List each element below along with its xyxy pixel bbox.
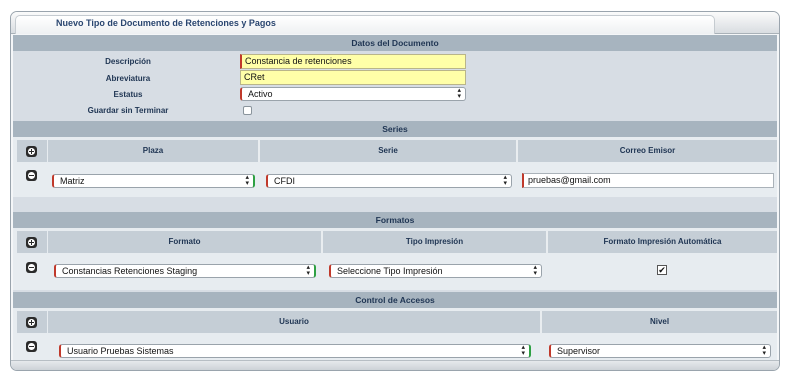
minus-circle-icon[interactable]	[26, 170, 37, 181]
plaza-value: Matriz	[60, 176, 85, 186]
nivel-select[interactable]: Supervisor ▴ ▾	[549, 344, 771, 358]
usuario-select[interactable]: Usuario Pruebas Sistemas ▴ ▾	[59, 344, 531, 358]
section-header-datos: Datos del Documento	[13, 35, 777, 51]
automatica-checkbox[interactable]: ✔	[657, 265, 667, 275]
tipo-impresion-select[interactable]: Seleccione Tipo Impresión ▴ ▾	[329, 264, 542, 278]
minus-circle-icon[interactable]	[26, 341, 37, 352]
usuario-value: Usuario Pruebas Sistemas	[67, 346, 174, 356]
formatos-add-cell	[17, 231, 47, 253]
window-title: Nuevo Tipo de Documento de Retenciones y…	[56, 18, 276, 28]
col-header-correo: Correo Emisor	[518, 140, 777, 162]
col-header-usuario: Usuario	[48, 311, 542, 333]
guardar-label: Guardar sin Terminar	[87, 106, 169, 115]
bottom-strip	[11, 360, 779, 370]
title-bar: Nuevo Tipo de Documento de Retenciones y…	[11, 12, 779, 34]
col-header-automatica: Formato Impresión Automática	[548, 231, 777, 253]
plus-circle-icon[interactable]	[26, 317, 37, 328]
formato-select[interactable]: Constancias Retenciones Staging ▴ ▾	[54, 264, 316, 278]
serie-value: CFDI	[274, 176, 295, 186]
guardar-checkbox[interactable]	[243, 106, 252, 115]
correo-input[interactable]: pruebas@gmail.com	[522, 173, 774, 188]
plus-circle-icon[interactable]	[26, 146, 37, 157]
descripcion-input[interactable]: Constancia de retenciones	[240, 54, 466, 69]
section-header-series: Series	[13, 121, 777, 137]
nivel-value: Supervisor	[557, 346, 601, 356]
plus-circle-icon[interactable]	[26, 237, 37, 248]
col-header-nivel: Nivel	[542, 311, 777, 333]
col-header-plaza: Plaza	[48, 140, 260, 162]
abreviatura-label: Abreviatura	[105, 74, 151, 83]
accesos-add-cell	[17, 311, 47, 333]
updown-arrows-icon: ▴ ▾	[533, 264, 537, 277]
document-type-panel: Nuevo Tipo de Documento de Retenciones y…	[10, 11, 780, 371]
section-header-formatos: Formatos	[13, 212, 777, 228]
plaza-select[interactable]: Matriz ▴ ▾	[52, 174, 255, 188]
formato-value: Constancias Retenciones Staging	[62, 266, 198, 276]
updown-arrows-icon: ▴ ▾	[762, 344, 766, 357]
estatus-label: Estatus	[113, 90, 143, 99]
updown-arrows-icon: ▴ ▾	[306, 264, 310, 277]
minus-circle-icon[interactable]	[26, 262, 37, 273]
estatus-select[interactable]: Activo ▴ ▾	[240, 87, 466, 101]
serie-select[interactable]: CFDI ▴ ▾	[266, 174, 512, 188]
descripcion-label: Descripción	[105, 57, 151, 66]
col-header-serie: Serie	[260, 140, 518, 162]
section-header-accesos: Control de Accesos	[13, 292, 777, 308]
abreviatura-input[interactable]: CRet	[240, 70, 466, 85]
col-header-tipo-impresion: Tipo Impresión	[323, 231, 548, 253]
tipo-impresion-value: Seleccione Tipo Impresión	[337, 266, 443, 276]
updown-arrows-icon: ▴ ▾	[457, 87, 461, 100]
updown-arrows-icon: ▴ ▾	[245, 174, 249, 187]
updown-arrows-icon: ▴ ▾	[503, 174, 507, 187]
col-header-formato: Formato	[48, 231, 323, 253]
series-add-cell	[17, 140, 47, 162]
form-content: Datos del Documento Descripción Constanc…	[13, 35, 777, 361]
estatus-value: Activo	[248, 89, 273, 99]
updown-arrows-icon: ▴ ▾	[521, 344, 525, 357]
